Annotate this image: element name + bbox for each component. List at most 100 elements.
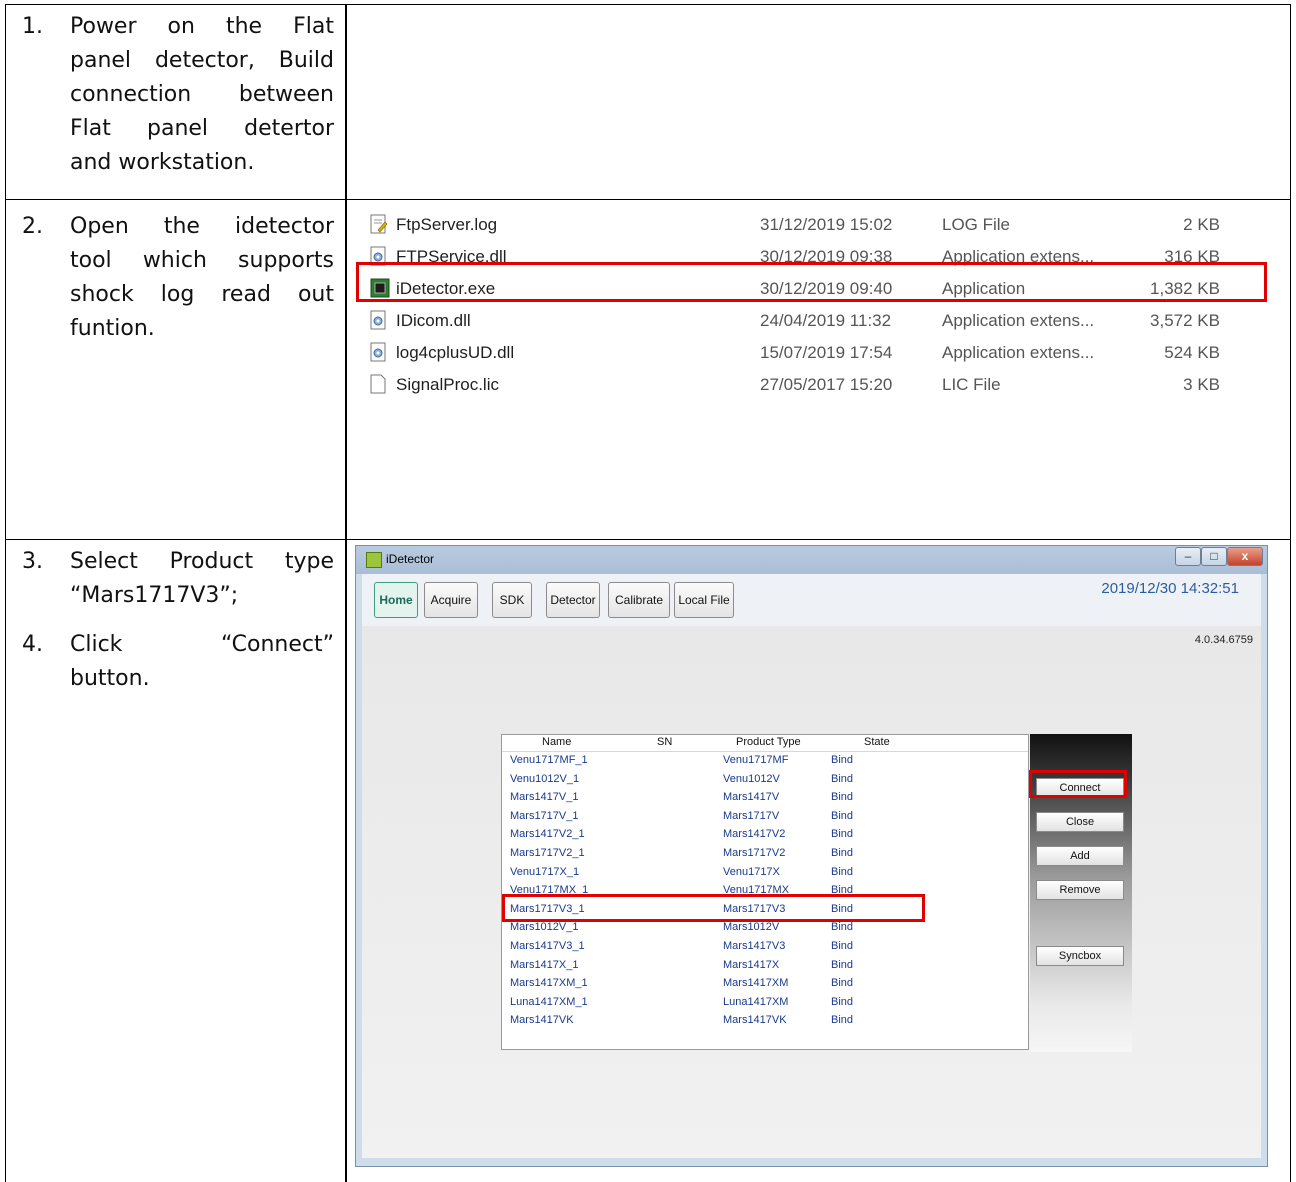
file-row[interactable]: log4cplusUD.dll 15/07/2019 17:54 Applicati… [358, 336, 1268, 368]
device-product-type: Luna1417XM [723, 995, 789, 1008]
device-product-type: Mars1012V [723, 921, 780, 934]
step-number: 1. [22, 14, 43, 39]
device-row[interactable]: Mars1012V_1 Mars1012V Bind [502, 920, 1028, 938]
device-product-type: Venu1012V [723, 772, 780, 785]
log-file-icon [370, 214, 388, 234]
device-name: Mars1417XM_1 [510, 977, 588, 990]
column-header-name[interactable]: Name [542, 736, 571, 748]
step-line-last: “Mars1717V3”; [70, 583, 239, 608]
file-date: 15/07/2019 17:54 [760, 343, 893, 362]
tab-local-file[interactable]: Local File [674, 582, 734, 618]
device-product-type: Venu1717X [723, 865, 780, 878]
syncbox-button[interactable]: Syncbox [1036, 946, 1124, 966]
idetector-window: iDetector – □ x Home Acquire SDK Detecto… [355, 545, 1268, 1167]
file-list: FtpServer.log 31/12/2019 15:02 LOG File 2 K… [358, 206, 1268, 400]
device-list: Name SN Product Type State Venu1717MF_1 V… [501, 734, 1029, 1050]
step-text: Open the idetector tool which supports sho… [70, 210, 334, 346]
file-name: FtpServer.log [396, 215, 498, 234]
file-row[interactable]: SignalProc.lic 27/05/2017 15:20 LIC File 3 … [358, 368, 1268, 400]
file-type: LOG File [942, 215, 1011, 234]
step-line: Select Product type [70, 549, 334, 574]
step-text: Click “Connect” button. [70, 628, 334, 696]
file-name: IDicom.dll [396, 311, 471, 330]
device-name: Mars1417X_1 [510, 958, 579, 971]
file-size: 524 KB [1164, 343, 1220, 362]
device-row[interactable]: Venu1012V_1 Venu1012V Bind [502, 772, 1028, 790]
device-state: Bind [831, 995, 854, 1008]
file-type: LIC File [942, 375, 1001, 394]
device-row[interactable]: Mars1717V2_1 Mars1717V2 Bind [502, 846, 1028, 864]
column-header-sn[interactable]: SN [657, 736, 672, 748]
device-row[interactable]: Mars1717V_1 Mars1717V Bind [502, 809, 1028, 827]
device-state: Bind [831, 791, 854, 804]
file-size: 3,572 KB [1150, 311, 1220, 330]
device-state: Bind [831, 865, 854, 878]
file-date: 27/05/2017 15:20 [760, 375, 893, 394]
device-state: Bind [831, 772, 854, 785]
step-line: panel detector, Build [70, 48, 334, 73]
device-state: Bind [831, 754, 854, 766]
device-list-header: Name SN Product Type State [502, 735, 1028, 752]
tab-detector[interactable]: Detector [546, 582, 600, 618]
device-row[interactable]: Venu1717X_1 Venu1717X Bind [502, 865, 1028, 883]
device-row[interactable]: Luna1417XM_1 Luna1417XM Bind [502, 995, 1028, 1013]
step-line: Open the idetector [70, 214, 334, 239]
add-button[interactable]: Add [1036, 846, 1124, 866]
table-border-right [1290, 4, 1291, 1182]
file-size: 2 KB [1183, 215, 1220, 234]
device-row[interactable]: Mars1417V3_1 Mars1417V3 Bind [502, 939, 1028, 957]
device-product-type: Mars1417X [723, 958, 780, 971]
blank-file-icon [370, 374, 388, 394]
step-number: 2. [22, 214, 43, 239]
step-line: Power on the Flat [70, 14, 334, 39]
device-row[interactable]: Mars1417V_1 Mars1417V Bind [502, 790, 1028, 808]
tab-acquire[interactable]: Acquire [424, 582, 478, 618]
device-product-type: Mars1417V3 [723, 940, 786, 952]
step-line: connection between [70, 82, 334, 107]
device-name: Mars1417V3_1 [510, 940, 585, 952]
connect-highlight-box [1029, 770, 1127, 798]
device-name: Mars1417V2_1 [510, 828, 585, 841]
maximize-button[interactable]: □ [1201, 547, 1227, 566]
device-product-type: Mars1417V2 [723, 828, 786, 841]
file-type: Application extens... [942, 311, 1095, 330]
close-window-button[interactable]: x [1227, 547, 1263, 566]
tab-sdk[interactable]: SDK [492, 582, 532, 618]
table-border-left [5, 4, 6, 1182]
device-row[interactable]: Mars1417V2_1 Mars1417V2 Bind [502, 827, 1028, 845]
step-line: tool which supports [70, 248, 334, 273]
step-number: 3. [22, 549, 43, 574]
minimize-button[interactable]: – [1175, 547, 1201, 566]
step-line: Click “Connect” [70, 632, 334, 657]
window-title: iDetector [386, 552, 435, 566]
device-row[interactable]: Mars1417XM_1 Mars1417XM Bind [502, 976, 1028, 994]
column-header-product-type[interactable]: Product Type [736, 736, 801, 748]
tab-calibrate[interactable]: Calibrate [608, 582, 670, 618]
step-4: 4. Click “Connect” button. [22, 628, 334, 696]
exe-highlight-box [356, 262, 1267, 302]
column-header-state[interactable]: State [864, 736, 890, 748]
step-line-last: button. [70, 666, 150, 691]
remove-button[interactable]: Remove [1036, 880, 1124, 900]
title-bar: iDetector – □ x [356, 546, 1267, 574]
device-row[interactable]: Mars1417X_1 Mars1417X Bind [502, 958, 1028, 976]
step-1: 1. Power on the Flat panel detector, Build… [22, 10, 334, 180]
file-row[interactable]: FtpServer.log 31/12/2019 15:02 LOG File 2 K… [358, 208, 1268, 240]
device-state: Bind [831, 958, 854, 971]
device-row[interactable]: Mars1417VK Mars1417VK Bind [502, 1013, 1028, 1031]
device-product-type: Venu1717MF [723, 754, 789, 766]
device-product-type: Mars1717V [723, 809, 780, 822]
device-row[interactable]: Venu1717MF_1 Venu1717MF Bind [502, 753, 1028, 771]
device-name: Venu1717MF_1 [510, 754, 588, 766]
file-name: SignalProc.lic [396, 375, 499, 394]
step-text: Power on the Flat panel detector, Build co… [70, 10, 334, 180]
table-divider-row-1 [5, 199, 1291, 200]
tab-home[interactable]: Home [374, 582, 418, 618]
step-number: 4. [22, 632, 43, 657]
table-border-top [5, 4, 1291, 5]
table-divider-row-2 [5, 539, 1291, 540]
step-line: shock log read out [70, 282, 334, 307]
file-row[interactable]: IDicom.dll 24/04/2019 11:32 Application ex… [358, 304, 1268, 336]
device-state: Bind [831, 809, 854, 822]
close-button[interactable]: Close [1036, 812, 1124, 832]
